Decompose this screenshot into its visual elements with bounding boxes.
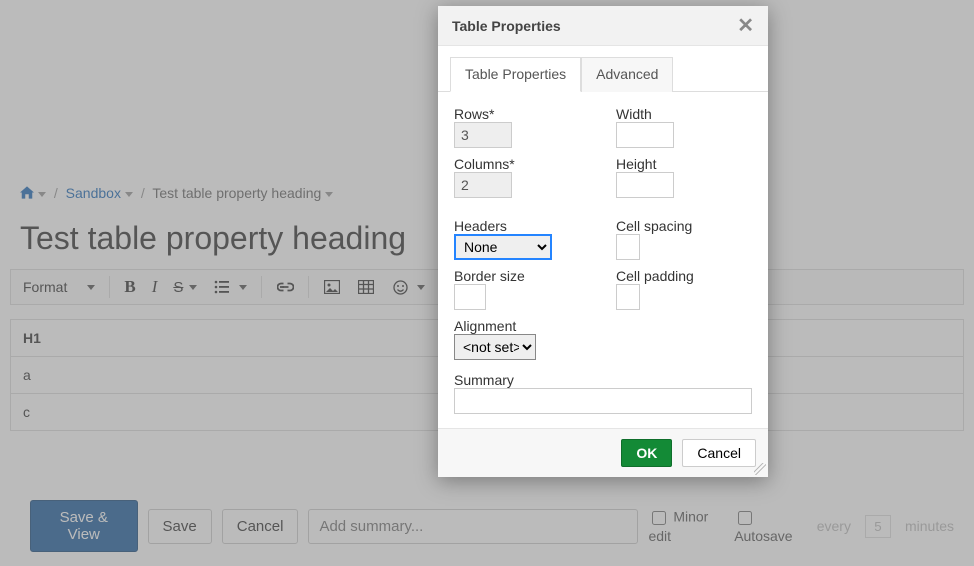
bold-button[interactable]: B (118, 275, 141, 299)
width-label: Width (616, 106, 752, 122)
emoji-button[interactable] (385, 276, 431, 298)
breadcrumb-separator: / (141, 185, 145, 201)
toolbar-separator (261, 276, 262, 298)
rows-label: Rows* (454, 106, 590, 122)
dialog-title: Table Properties (452, 18, 561, 34)
toolbar-separator (308, 276, 309, 298)
autosave-interval-input[interactable] (865, 515, 891, 538)
autosave-minutes-label: minutes (905, 518, 954, 534)
tab-advanced[interactable]: Advanced (581, 57, 673, 92)
table-cell[interactable]: a (11, 357, 488, 394)
dialog-cancel-button[interactable]: Cancel (682, 439, 756, 467)
table-header-cell[interactable]: H1 (11, 320, 488, 357)
footer-bar: Save & View Save Cancel Minor edit Autos… (0, 486, 974, 566)
dialog-tabs: Table Properties Advanced (438, 46, 768, 92)
alignment-select[interactable]: <not set> (454, 334, 536, 360)
sandbox-dropdown-caret[interactable] (125, 192, 133, 197)
breadcrumb-current: Test table property heading (152, 185, 321, 201)
strike-button[interactable]: S (167, 277, 203, 298)
columns-label: Columns* (454, 156, 590, 172)
ok-button[interactable]: OK (621, 439, 672, 467)
home-dropdown-caret[interactable] (38, 192, 46, 197)
minor-edit-label[interactable]: Minor edit (648, 508, 720, 544)
autosave-label[interactable]: Autosave (734, 508, 803, 544)
list-button[interactable] (207, 276, 253, 298)
headers-select[interactable]: None (454, 234, 552, 260)
close-icon[interactable]: ✕ (737, 16, 754, 36)
italic-button[interactable]: I (146, 275, 164, 299)
home-icon[interactable] (20, 179, 34, 209)
breadcrumb-separator: / (54, 185, 58, 201)
cell-padding-label: Cell padding (616, 268, 752, 284)
summary-field-input[interactable] (454, 388, 752, 414)
tab-table-properties[interactable]: Table Properties (450, 57, 581, 92)
minor-edit-checkbox[interactable] (652, 511, 666, 525)
summary-label: Summary (454, 372, 752, 388)
cell-spacing-label: Cell spacing (616, 218, 752, 234)
table-cell[interactable]: c (11, 394, 488, 431)
autosave-every-label: every (817, 518, 851, 534)
border-size-input[interactable] (454, 284, 486, 310)
columns-input (454, 172, 512, 198)
table-button[interactable] (351, 276, 381, 298)
image-button[interactable] (317, 276, 347, 298)
format-label: Format (23, 279, 67, 295)
format-caret[interactable] (77, 283, 101, 292)
cell-spacing-input[interactable] (616, 234, 640, 260)
headers-label: Headers (454, 218, 590, 234)
height-input[interactable] (616, 172, 674, 198)
toolbar-separator (109, 276, 110, 298)
breadcrumb-sandbox-link[interactable]: Sandbox (66, 185, 121, 201)
resize-handle-icon[interactable] (754, 463, 766, 475)
cancel-button[interactable]: Cancel (222, 509, 299, 544)
dialog-header[interactable]: Table Properties ✕ (438, 6, 768, 46)
border-size-label: Border size (454, 268, 590, 284)
link-button[interactable] (270, 276, 300, 298)
table-properties-dialog: Table Properties ✕ Table Properties Adva… (438, 6, 768, 477)
page-dropdown-caret[interactable] (325, 192, 333, 197)
summary-input[interactable] (308, 509, 638, 544)
format-dropdown[interactable]: Format (17, 277, 73, 297)
dialog-footer: OK Cancel (438, 428, 768, 477)
cell-padding-input[interactable] (616, 284, 640, 310)
save-button[interactable]: Save (148, 509, 212, 544)
height-label: Height (616, 156, 752, 172)
autosave-checkbox[interactable] (738, 511, 752, 525)
alignment-label: Alignment (454, 318, 590, 334)
save-view-button[interactable]: Save & View (30, 500, 138, 552)
rows-input (454, 122, 512, 148)
width-input[interactable] (616, 122, 674, 148)
